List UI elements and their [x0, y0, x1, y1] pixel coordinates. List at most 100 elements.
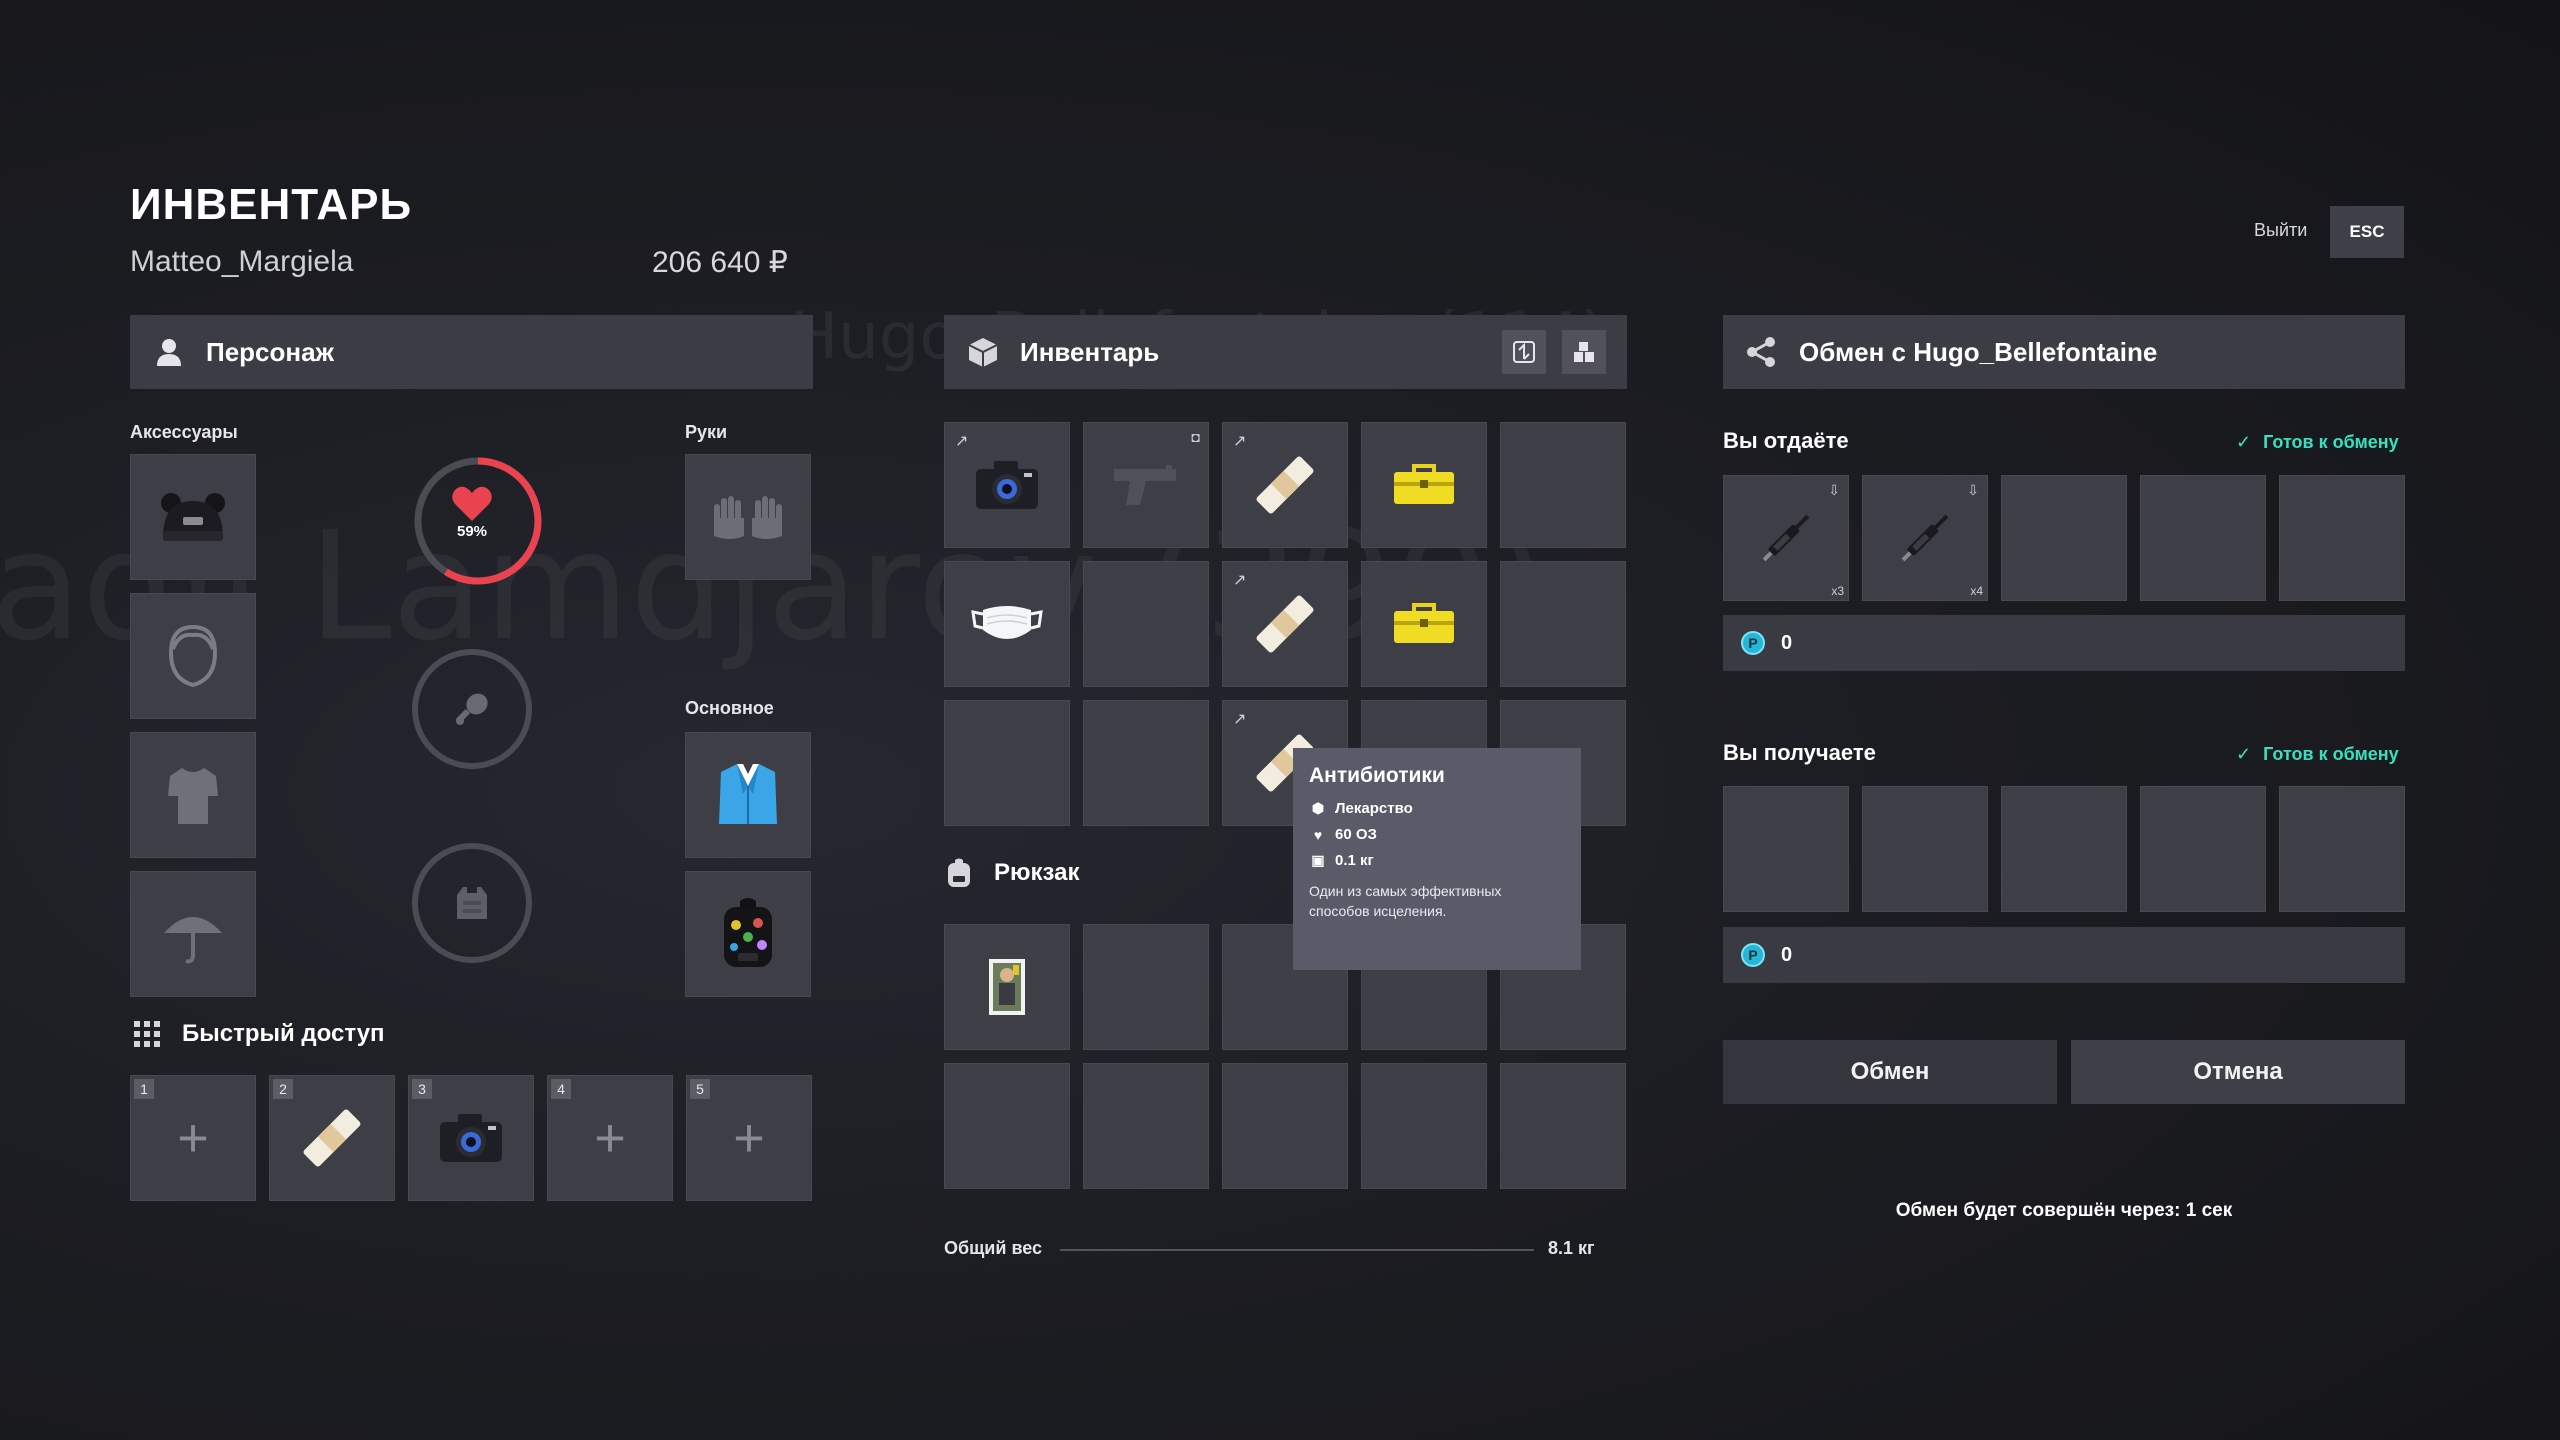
receive-slot[interactable]	[2140, 786, 2266, 912]
heart-icon	[452, 486, 492, 521]
give-money-value: 0	[1781, 631, 1793, 654]
give-money-field[interactable]: Р 0	[1723, 615, 2405, 671]
box-icon: ⬢	[1311, 800, 1325, 816]
quick-slot-4[interactable]: 4 +	[547, 1075, 673, 1201]
exchange-button[interactable]: Обмен	[1723, 1040, 2057, 1104]
gloves-icon	[714, 496, 782, 539]
bear-hat-icon	[161, 493, 225, 541]
toolbox-icon	[1394, 464, 1454, 504]
esc-button[interactable]: ESC	[2330, 206, 2404, 258]
inventory-slot[interactable]	[1361, 561, 1487, 687]
receive-slot[interactable]	[1862, 786, 1988, 912]
coin-icon: Р	[1741, 943, 1765, 967]
tooltip-hp-row: ♥ 60 ОЗ	[1309, 826, 1565, 843]
download-icon: ⇩	[1967, 482, 1979, 498]
card-icon	[989, 959, 1025, 1015]
weight-label: Общий вес	[944, 1238, 1043, 1258]
inventory-slot[interactable]	[1500, 561, 1626, 687]
give-slot[interactable]	[2001, 475, 2127, 601]
receive-ready-label: Готов к обмену	[2263, 744, 2399, 764]
exit-label[interactable]: Выйти	[2254, 220, 2307, 241]
link-icon: ↗	[955, 433, 969, 450]
quick-slot-number: 4	[551, 1079, 571, 1099]
inventory-slot[interactable]: ↗	[1222, 561, 1348, 687]
accessory-slot-shirt[interactable]	[130, 732, 256, 858]
receive-label: Вы получаете	[1723, 740, 1876, 765]
accessory-slot-head[interactable]	[130, 593, 256, 719]
inventory-slot[interactable]: ↗	[1222, 422, 1348, 548]
coin-icon: Р	[1741, 631, 1765, 655]
heart-icon: ♥	[1313, 826, 1323, 843]
inventory-slot[interactable]	[1361, 422, 1487, 548]
backpack-slot[interactable]	[1500, 1063, 1626, 1189]
backpack-header: Рюкзак	[946, 858, 1080, 888]
trade-panel-header: Обмен с Hugo_Bellefontaine	[1723, 315, 2405, 389]
sort-button[interactable]	[1502, 330, 1546, 374]
tooltip-weight: 0.1 кг	[1335, 852, 1374, 869]
receive-ready-status: ✓ Готов к обмену	[2236, 744, 2399, 765]
receive-money-value: 0	[1781, 943, 1793, 966]
receive-slot[interactable]	[1723, 786, 1849, 912]
inventory-slot[interactable]	[1083, 561, 1209, 687]
camera-icon	[976, 461, 1038, 509]
inventory-slot[interactable]	[944, 561, 1070, 687]
hands-label: Руки	[685, 422, 728, 442]
backpack-slot[interactable]	[944, 924, 1070, 1050]
inventory-slot[interactable]: ◘	[1083, 422, 1209, 548]
backpack-slot[interactable]	[1083, 1063, 1209, 1189]
main-slot-jacket[interactable]	[685, 732, 811, 858]
hands-slot[interactable]	[685, 454, 811, 580]
quick-access-header: Быстрый доступ	[134, 1020, 385, 1048]
quick-slot-number: 5	[690, 1079, 710, 1099]
main-slot-backpack[interactable]	[685, 871, 811, 997]
backpack-slot[interactable]	[1083, 924, 1209, 1050]
vest-icon	[457, 887, 487, 919]
receive-money-field[interactable]: Р 0	[1723, 927, 2405, 983]
receive-slot[interactable]	[2001, 786, 2127, 912]
inventory-slot[interactable]	[1500, 422, 1626, 548]
stack-button[interactable]	[1562, 330, 1606, 374]
backpack-icon	[724, 898, 772, 967]
quick-slot-number: 2	[273, 1079, 293, 1099]
give-slot[interactable]: ⇩ x3	[1723, 475, 1849, 601]
backpack-small-icon	[948, 858, 970, 887]
backpack-label: Рюкзак	[994, 859, 1080, 886]
armor-ring	[412, 843, 532, 963]
give-slot[interactable]: ⇩ x4	[1862, 475, 1988, 601]
tooltip-weight-row: ▣ 0.1 кг	[1309, 852, 1565, 869]
backpack-slot[interactable]	[1222, 1063, 1348, 1189]
bandage-icon	[1256, 456, 1314, 514]
item-tooltip: Антибиотики ⬢ Лекарство ♥ 60 ОЗ ▣ 0.1 кг…	[1293, 748, 1581, 970]
inventory-slot[interactable]	[944, 700, 1070, 826]
quick-slot-5[interactable]: 5 +	[686, 1075, 812, 1201]
quick-slot-number: 1	[134, 1079, 154, 1099]
add-icon: +	[177, 1108, 209, 1168]
quick-access-label: Быстрый доступ	[182, 1020, 385, 1047]
give-slot[interactable]	[2279, 475, 2405, 601]
quick-slot-3[interactable]: 3	[408, 1075, 534, 1201]
quick-slot-1[interactable]: 1 +	[130, 1075, 256, 1201]
give-ready-label: Готов к обмену	[2263, 432, 2399, 452]
inventory-slot[interactable]: ↗	[944, 422, 1070, 548]
shield-icon: ◘	[1191, 429, 1200, 445]
add-icon: +	[594, 1108, 626, 1168]
link-icon: ↗	[1233, 711, 1247, 728]
backpack-slot[interactable]	[1361, 1063, 1487, 1189]
give-slot[interactable]	[2140, 475, 2266, 601]
pistol-icon	[1114, 465, 1176, 505]
blue-jacket-icon	[719, 764, 777, 824]
backpack-slot[interactable]	[944, 1063, 1070, 1189]
tooltip-title: Антибиотики	[1309, 764, 1445, 787]
quick-slot-2[interactable]: 2	[269, 1075, 395, 1201]
cancel-button[interactable]: Отмена	[2071, 1040, 2405, 1104]
accessory-slot-hat[interactable]	[130, 454, 256, 580]
inventory-slot[interactable]	[1083, 700, 1209, 826]
camera-icon	[440, 1114, 502, 1162]
trade-panel-title: Обмен с Hugo_Bellefontaine	[1799, 336, 2158, 367]
accessory-slot-umbrella[interactable]	[130, 871, 256, 997]
receive-slot[interactable]	[2279, 786, 2405, 912]
quick-slot-number: 3	[412, 1079, 432, 1099]
box-icon	[966, 335, 1000, 369]
item-count: x4	[1970, 584, 1983, 598]
tooltip-hp: 60 ОЗ	[1335, 826, 1377, 843]
